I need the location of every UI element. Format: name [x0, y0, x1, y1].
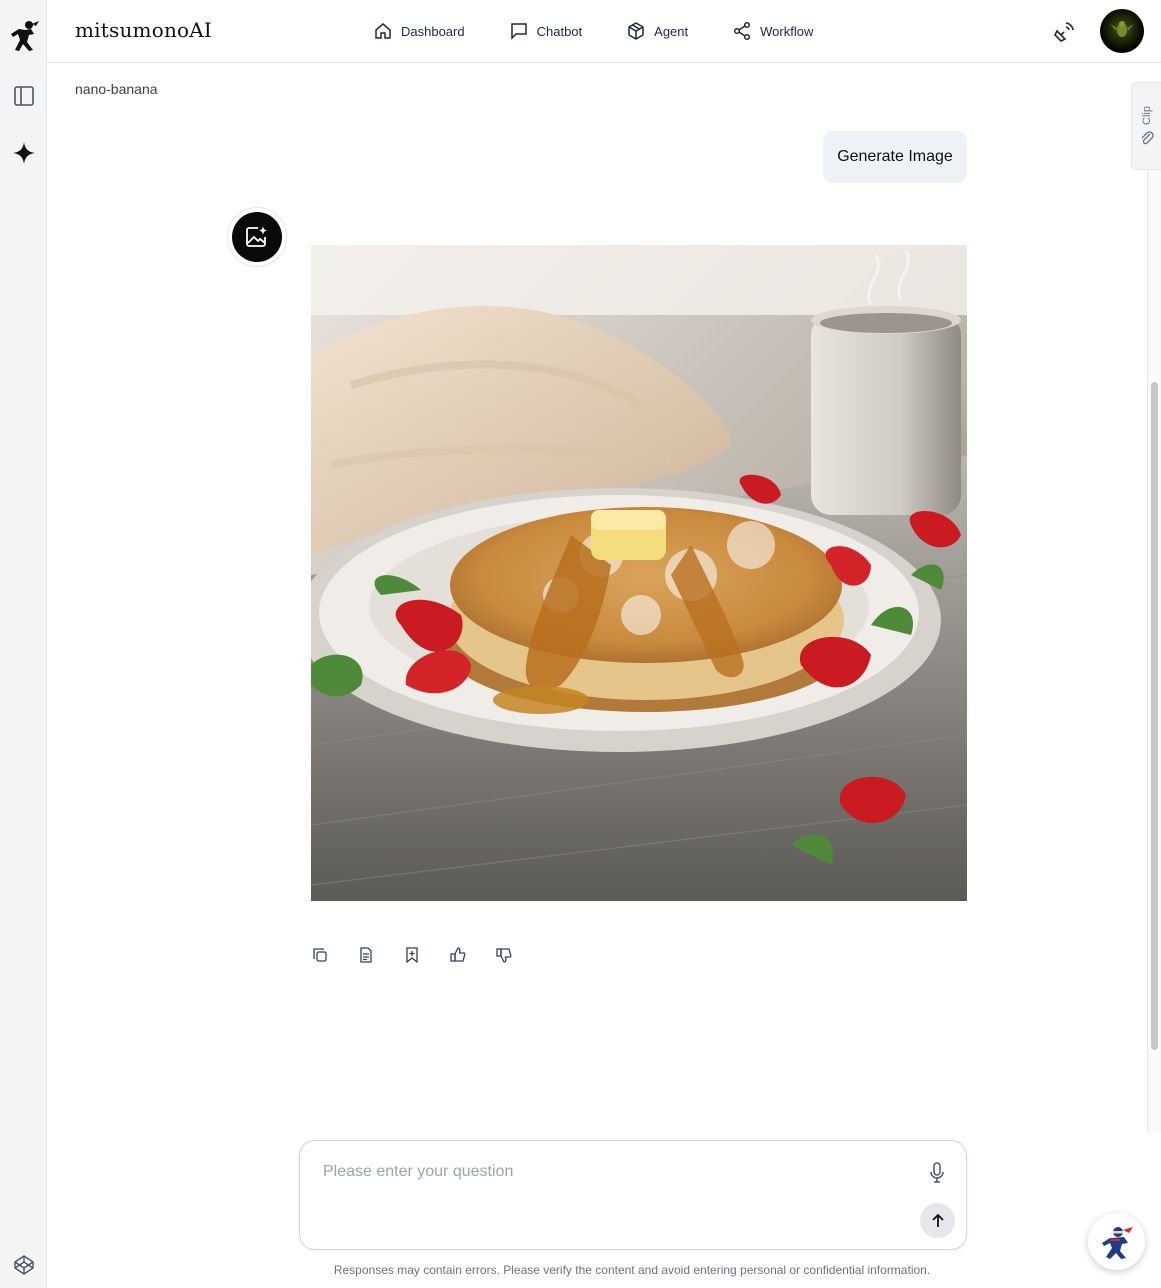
thumbs-down-icon[interactable]	[494, 945, 514, 965]
message-actions	[310, 945, 540, 965]
scrollbar-thumb[interactable]	[1151, 382, 1158, 1050]
panel-toggle-icon[interactable]	[0, 80, 47, 112]
copy-icon[interactable]	[310, 945, 330, 965]
home-icon	[375, 23, 391, 39]
clip-label: Clip	[1140, 105, 1153, 125]
disclaimer-text: Responses may contain errors. Please ver…	[333, 1263, 931, 1277]
ninja-mascot-icon	[1101, 1226, 1133, 1259]
generated-image[interactable]	[311, 245, 967, 901]
sparkle-icon[interactable]	[0, 137, 47, 169]
user-message-bubble: Generate Image	[823, 131, 967, 183]
nav-dashboard-label: Dashboard	[401, 23, 465, 39]
paperclip-icon	[1141, 131, 1154, 145]
arrow-up-icon	[931, 1213, 944, 1227]
cube-icon	[628, 22, 644, 40]
chat-input-box	[299, 1140, 967, 1250]
model-selector[interactable]: nano-banana	[75, 81, 158, 97]
bookmark-icon[interactable]	[402, 945, 422, 965]
help-assistant-button[interactable]	[1088, 1213, 1145, 1270]
document-icon[interactable]	[356, 945, 376, 965]
send-button[interactable]	[920, 1203, 955, 1238]
nav-dashboard[interactable]: Dashboard	[373, 21, 465, 41]
thumbs-up-icon[interactable]	[448, 945, 468, 965]
nav-agent-label: Agent	[654, 23, 689, 39]
satellite-signal-icon[interactable]	[1051, 19, 1077, 45]
nav-workflow[interactable]: Workflow	[732, 21, 813, 41]
nav-chatbot[interactable]: Chatbot	[509, 21, 583, 41]
top-header: mitsumonoAI Dashboard Chatbot Agent Work…	[47, 0, 1161, 63]
image-sparkle-icon	[246, 226, 267, 247]
chat-bubble-icon	[510, 23, 527, 40]
ninja-logo-icon[interactable]	[0, 14, 47, 58]
microphone-icon[interactable]	[926, 1161, 948, 1185]
nav-workflow-label: Workflow	[760, 23, 814, 39]
question-input[interactable]	[323, 1163, 903, 1223]
assistant-avatar	[227, 207, 287, 267]
share-nodes-icon	[734, 21, 751, 41]
user-avatar[interactable]	[1100, 9, 1144, 53]
main-nav: Dashboard Chatbot Agent Workflow	[373, 0, 857, 62]
nav-chatbot-label: Chatbot	[536, 23, 583, 39]
nav-agent[interactable]: Agent	[626, 21, 688, 41]
left-sidebar	[0, 0, 47, 1288]
clip-tab[interactable]: Clip	[1131, 82, 1161, 170]
brand-logo-text[interactable]: mitsumonoAI	[75, 18, 212, 42]
